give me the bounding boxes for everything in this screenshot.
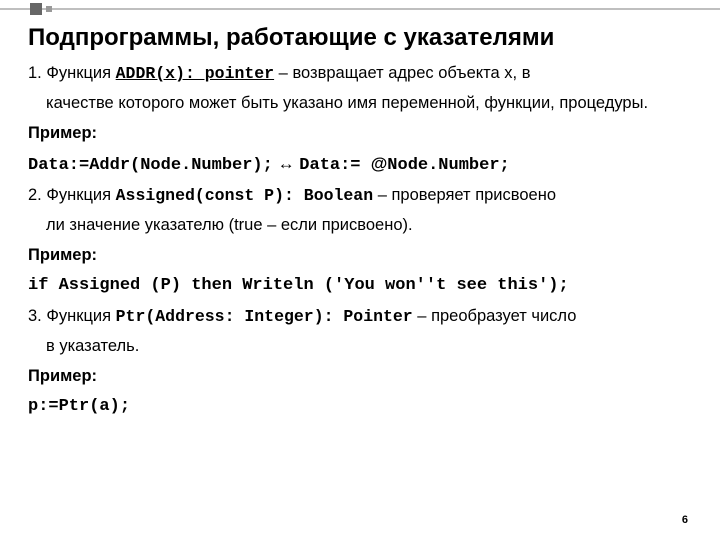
- item-3-lead: 3. Функция: [28, 307, 116, 325]
- page-title: Подпрограммы, работающие с указателями: [28, 24, 692, 52]
- example-label-3: Пример:: [28, 365, 692, 389]
- item-2-line1: 2. Функция Assigned(const P): Boolean – …: [28, 184, 692, 208]
- item-3-tail1: – преобразует число: [413, 307, 577, 325]
- item-1-lead: 1. Функция: [28, 64, 116, 82]
- at-icon: @: [371, 154, 388, 173]
- code-1-right-a: Data:=: [299, 156, 370, 175]
- item-3-line2: в указатель.: [28, 335, 692, 359]
- item-1-fn: ADDR(x): pointer: [116, 64, 274, 83]
- item-3-line1: 3. Функция Ptr(Address: Integer): Pointe…: [28, 305, 692, 329]
- bullet-icon: [30, 3, 42, 15]
- slide-content: Подпрограммы, работающие с указателями 1…: [0, 0, 720, 435]
- code-3: p:=Ptr(a);: [28, 395, 692, 420]
- page-number: 6: [682, 514, 688, 526]
- code-1: Data:=Addr(Node.Number); ↔ Data:= @Node.…: [28, 152, 692, 179]
- item-3-fn: Ptr(Address: Integer): Pointer: [116, 307, 413, 326]
- header-rule: [0, 8, 720, 10]
- item-2-fn: Assigned(const P): Boolean: [116, 186, 373, 205]
- item-2-line2: ли значение указателю (true – если присв…: [28, 214, 692, 238]
- example-label-2: Пример:: [28, 244, 692, 268]
- example-label-1: Пример:: [28, 122, 692, 146]
- item-2-tail1: – проверяет присвоено: [373, 186, 556, 204]
- item-1-tail1: – возвращает адрес объекта х, в: [274, 64, 530, 82]
- item-2-lead: 2. Функция: [28, 186, 116, 204]
- bullet-small-icon: [46, 6, 52, 12]
- code-1-left: Data:=Addr(Node.Number);: [28, 156, 273, 175]
- item-1-line2: качестве которого может быть указано имя…: [28, 92, 692, 116]
- double-arrow-icon: ↔: [273, 154, 299, 173]
- code-1-right-b: Node.Number;: [387, 156, 509, 175]
- item-1-line1: 1. Функция ADDR(x): pointer – возвращает…: [28, 62, 692, 86]
- code-2: if Assigned (P) then Writeln ('You won''…: [28, 274, 692, 299]
